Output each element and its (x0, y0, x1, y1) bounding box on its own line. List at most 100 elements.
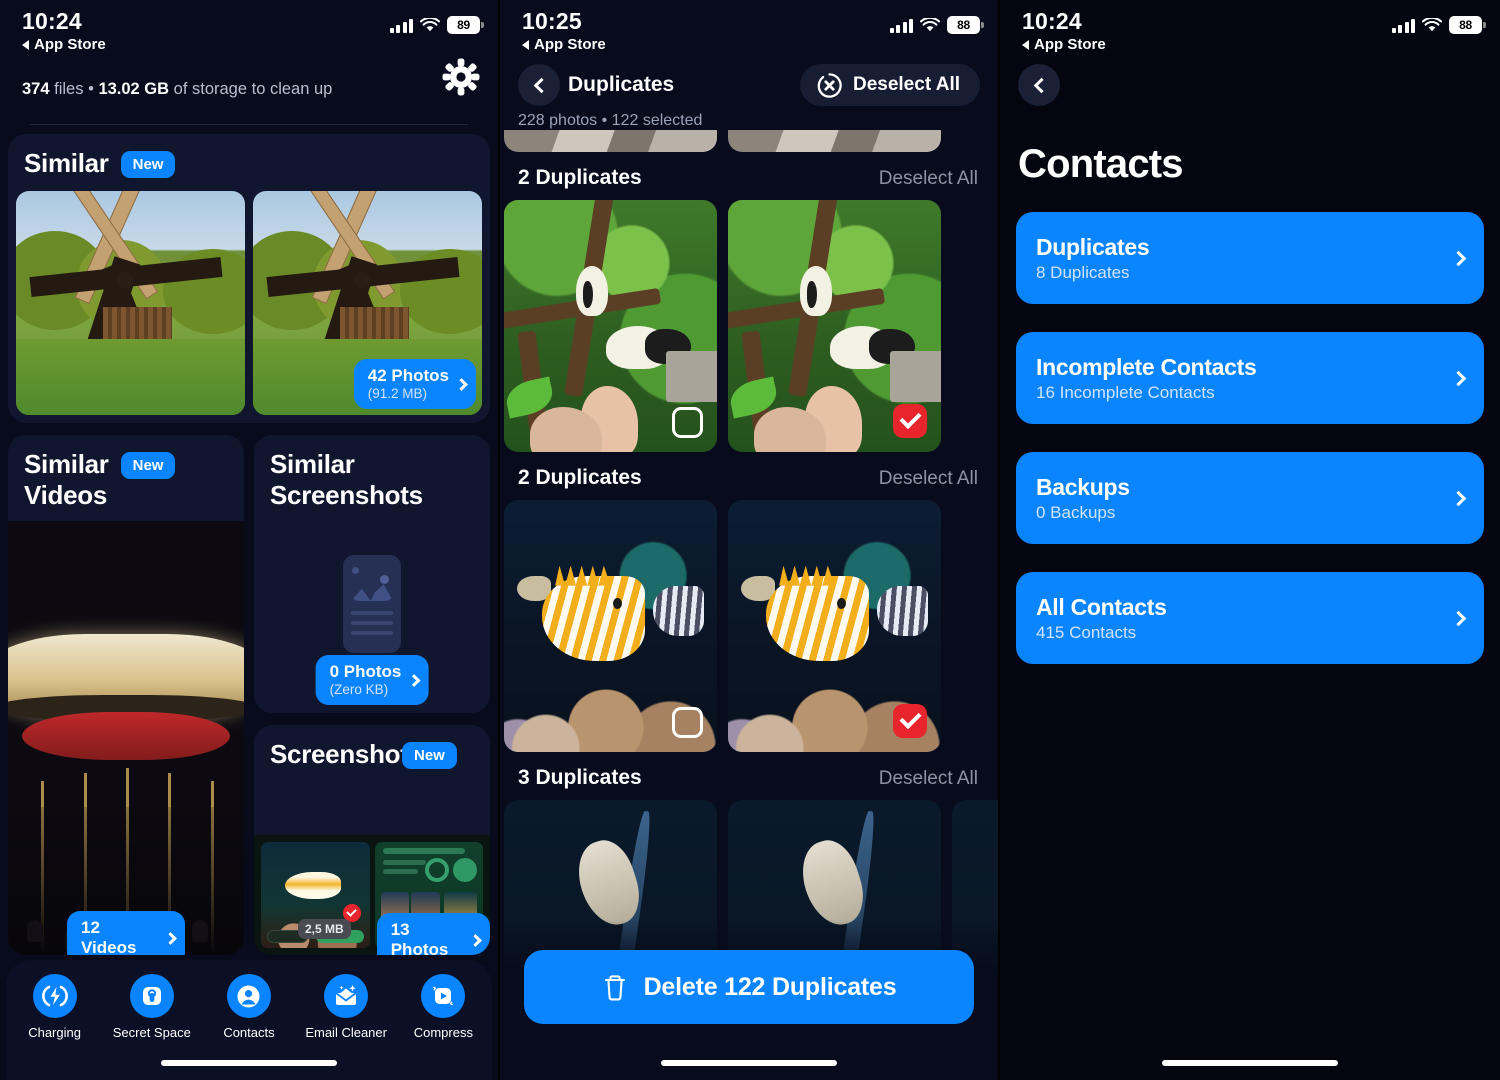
screenshot-triptych: 10:24 App Store 89 374 files • 13.02 GB … (0, 0, 1500, 1080)
card-screenshots[interactable]: Screenshots New 2,5 MB 13 Photos (254, 725, 490, 955)
duplicate-thumb[interactable] (504, 130, 717, 152)
lock-box-icon (129, 974, 174, 1018)
card-screenshots-header: Screenshots New (254, 725, 490, 782)
cellular-signal-icon (389, 18, 413, 33)
duplicate-group-2: 2 Duplicates Deselect All (500, 452, 998, 752)
contacts-item-text: Backups 0 Backups (1036, 473, 1130, 524)
screen-duplicates: 10:25 App Store 88 Duplicates Deselect A… (500, 0, 1000, 1080)
duplicate-thumb[interactable] (504, 500, 717, 752)
status-bar-1: 10:24 App Store 89 (0, 0, 498, 60)
contacts-item-title: Duplicates (1036, 233, 1150, 260)
tab-contacts[interactable]: Contacts (207, 974, 291, 1040)
cellular-signal-icon (889, 18, 913, 33)
gear-icon (442, 58, 480, 96)
duplicate-group-deselect[interactable]: Deselect All (879, 468, 978, 490)
back-button-circle[interactable] (1018, 64, 1060, 106)
card-similar-videos[interactable]: Similar Videos New 12 Videos (8, 435, 244, 955)
duplicate-group-deselect[interactable]: Deselect All (879, 768, 978, 790)
status-back-to-app[interactable]: App Store (522, 36, 976, 53)
header-divider (30, 124, 468, 125)
delete-duplicates-button[interactable]: Delete 122 Duplicates (524, 950, 974, 1024)
screenshots-size-chip: 2,5 MB (298, 919, 351, 939)
card-similar[interactable]: Similar New 42 Photos (91.2 MB) (8, 134, 490, 423)
contacts-item-text: Incomplete Contacts 16 Incomplete Contac… (1036, 353, 1257, 404)
wifi-icon (420, 17, 440, 31)
contacts-item-backups[interactable]: Backups 0 Backups (1016, 452, 1484, 544)
back-button[interactable] (1018, 64, 1060, 106)
battery-indicator: 88 (947, 16, 984, 34)
duplicate-group-header: 2 Duplicates Deselect All (500, 452, 998, 500)
contacts-item-incomplete-contacts[interactable]: Incomplete Contacts 16 Incomplete Contac… (1016, 332, 1484, 424)
chevron-left-icon (1033, 77, 1049, 93)
tab-secret-space[interactable]: Secret Space (110, 974, 194, 1040)
duplicate-thumb[interactable] (728, 200, 941, 452)
tab-email-cleaner[interactable]: Email Cleaner (304, 974, 388, 1040)
selected-checkbox[interactable] (893, 704, 927, 738)
card-similar-videos-header: Similar Videos New (8, 435, 244, 523)
card-screenshots-title: Screenshots (270, 739, 423, 769)
tab-charging-label: Charging (28, 1025, 81, 1040)
screenshots-open-button[interactable]: 13 Photos (376, 913, 490, 955)
status-back-to-app[interactable]: App Store (22, 36, 476, 53)
triangle-left-icon (22, 39, 29, 50)
sparkle-envelope-icon (324, 974, 369, 1018)
charging-bolt-icon (32, 974, 77, 1018)
cards-scroll-area[interactable]: Similar New 42 Photos (91.2 MB) Similar … (0, 134, 498, 1080)
card-similar-header: Similar New (8, 134, 490, 191)
duplicate-thumb[interactable] (728, 130, 941, 152)
duplicate-group-deselect[interactable]: Deselect All (879, 168, 978, 190)
unselected-checkbox[interactable] (672, 707, 703, 738)
contacts-item-text: Duplicates 8 Duplicates (1036, 233, 1150, 284)
carousel-photo (8, 521, 244, 955)
summary-size: 13.02 GB (98, 80, 170, 98)
photo-placeholder-icon (343, 555, 401, 653)
card-similar-screenshots[interactable]: Similar Screenshots 0 Photos (Zero KB) (254, 435, 490, 713)
contacts-item-all-contacts[interactable]: All Contacts 415 Contacts (1016, 572, 1484, 664)
chevron-right-icon (469, 933, 482, 947)
cellular-signal-icon (1391, 18, 1415, 33)
person-circle-icon (226, 974, 271, 1018)
unselected-checkbox[interactable] (672, 407, 703, 438)
similar-videos-preview[interactable]: 12 Videos (8, 521, 244, 955)
status-back-to-app[interactable]: App Store (1022, 36, 1478, 53)
wifi-icon (1422, 17, 1442, 31)
similar-videos-count: 12 Videos (81, 918, 137, 955)
similar-videos-open-button[interactable]: 12 Videos (67, 911, 185, 955)
feet-photo (504, 130, 717, 152)
duplicate-group-header: 3 Duplicates Deselect All (500, 752, 998, 800)
selected-checkbox[interactable] (893, 404, 927, 438)
wifi-icon (920, 17, 940, 31)
duplicate-thumb[interactable] (728, 500, 941, 752)
back-button[interactable] (518, 64, 560, 106)
card-similar-videos-title: Similar Videos (24, 449, 109, 510)
thumbnail-windmill-2[interactable]: 42 Photos (91.2 MB) (253, 191, 482, 415)
thumbnail-windmill-1[interactable] (16, 191, 245, 415)
page-title: Duplicates (568, 73, 675, 96)
settings-button[interactable] (442, 58, 480, 101)
similar-screenshots-open-button[interactable]: 0 Photos (Zero KB) (315, 655, 429, 705)
play-compress-icon (421, 974, 466, 1018)
summary-separator: • (88, 80, 94, 98)
badge-new-similar: New (120, 151, 176, 178)
circle-x-icon (817, 72, 842, 98)
contacts-item-subtitle: 8 Duplicates (1036, 262, 1130, 282)
chevron-right-icon (407, 673, 421, 687)
duplicate-group-title: 3 Duplicates (518, 766, 642, 789)
similar-screenshots-count: 0 Photos (329, 662, 402, 681)
tab-compress[interactable]: Compress (401, 974, 485, 1040)
screen-contacts: 10:24 App Store 88 Contacts Duplicates 8… (1000, 0, 1500, 1080)
contacts-item-subtitle: 16 Incomplete Contacts (1036, 382, 1215, 402)
chevron-left-icon (533, 77, 549, 93)
screenshots-preview[interactable]: 2,5 MB 13 Photos (254, 835, 490, 955)
column-left: Similar Videos New 12 Videos (8, 435, 244, 955)
tab-secret-space-label: Secret Space (112, 1025, 191, 1040)
home-indicator-2 (661, 1060, 837, 1066)
similar-open-button[interactable]: 42 Photos (91.2 MB) (353, 359, 476, 409)
contacts-item-duplicates[interactable]: Duplicates 8 Duplicates (1016, 212, 1484, 304)
similar-screenshots-size: (Zero KB) (329, 682, 389, 697)
duplicate-group-title: 2 Duplicates (518, 466, 642, 489)
deselect-all-button[interactable]: Deselect All (799, 64, 980, 106)
duplicate-thumb[interactable] (504, 200, 717, 452)
duplicate-group-1: 2 Duplicates Deselect All (500, 152, 998, 452)
tab-charging[interactable]: Charging (13, 974, 97, 1040)
